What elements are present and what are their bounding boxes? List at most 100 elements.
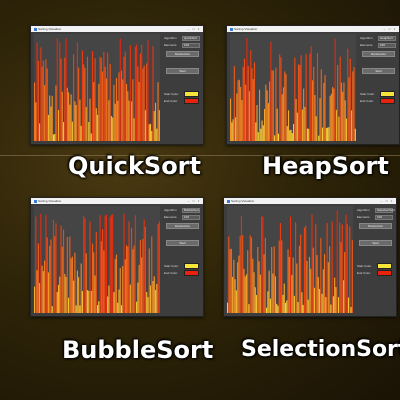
array-bar [276,303,278,313]
elements-select[interactable]: 100 [378,43,396,48]
array-bar [125,245,128,313]
array-bar [318,288,321,313]
array-bar [285,74,287,141]
elements-select[interactable]: 100 [182,215,200,220]
end-color-swatch[interactable] [184,98,199,104]
array-bar [104,215,106,313]
array-bar [344,100,346,141]
close-icon[interactable]: × [196,198,201,204]
array-bar [323,82,325,141]
array-bar [286,300,288,313]
array-bar [68,297,70,313]
start-color-swatch[interactable] [184,91,199,97]
array-bar [336,210,338,313]
array-bar [271,247,273,313]
randomize-button[interactable]: Randomize [166,223,199,229]
array-bar [54,133,56,141]
array-bar [351,239,353,313]
end-color-swatch[interactable] [380,98,395,104]
array-bar [138,264,140,313]
array-bar [354,128,356,141]
close-icon[interactable]: × [392,26,397,32]
array-bar [255,295,258,313]
array-bar [345,214,347,313]
array-bar [39,123,41,141]
array-bar [287,110,290,141]
array-bar [264,238,266,313]
close-icon[interactable]: × [196,26,201,32]
algorithm-select[interactable]: HeapSort [378,36,396,41]
array-bar [278,240,280,313]
array-bar [350,110,353,141]
array-bar [57,284,60,313]
array-bar [60,58,62,141]
array-bar [73,280,75,313]
algorithm-select[interactable]: BubbleSort [182,208,200,213]
algorithm-select[interactable]: QuickSort [182,36,200,41]
start-button[interactable]: Start [362,68,395,74]
array-bar [70,94,72,141]
array-bar [108,285,110,313]
array-bar [88,290,90,313]
array-bar [131,101,133,141]
array-bar [303,88,305,141]
array-bar [69,236,71,313]
control-panel: Algorithm BubbleSort Elements 100 Randomiz… [164,206,201,314]
array-bar [100,58,102,141]
end-color-label: End Color [164,99,178,103]
randomize-button[interactable]: Randomize [359,223,392,229]
array-bar [46,237,48,313]
array-bar [339,56,341,141]
start-button[interactable]: Start [359,240,392,246]
array-bar [248,304,250,313]
array-bar [290,216,292,313]
array-bar [35,216,37,313]
array-bar [103,250,105,313]
array-bar [319,98,321,141]
elements-select[interactable]: 100 [375,215,393,220]
array-bar [65,276,67,313]
randomize-button[interactable]: Randomize [166,51,199,57]
algorithm-select[interactable]: SelectionSort [375,208,395,213]
array-bar [97,305,99,313]
window-title: Sorting Visualizer [38,199,62,203]
start-button[interactable]: Start [166,68,199,74]
start-color-swatch[interactable] [380,91,395,97]
array-bar [156,128,158,141]
array-bar [123,56,125,141]
array-bar [56,38,58,141]
randomize-button[interactable]: Randomize [362,51,395,57]
array-bar [34,286,36,313]
array-bar [352,71,354,141]
window-heapsort: Sorting Visualizer – □ × Algorithm HeapSort … [226,25,400,145]
array-bar [120,305,123,313]
end-color-swatch[interactable] [377,270,392,276]
array-bar [81,291,84,313]
array-bar [132,249,134,313]
start-button[interactable]: Start [166,240,199,246]
array-bar [255,122,257,141]
start-color-swatch[interactable] [184,263,199,269]
elements-select[interactable]: 100 [182,43,200,48]
start-color-swatch[interactable] [377,263,392,269]
close-icon[interactable]: × [389,198,394,204]
array-bar [249,235,251,313]
array-bar [37,243,39,313]
algorithm-label: Algorithm [164,208,177,212]
array-bar [257,247,259,313]
array-bar [296,263,298,313]
array-bar [242,66,244,141]
array-bar [293,295,295,313]
array-bar [137,66,139,141]
array-bar [252,79,254,141]
array-bar [348,77,350,141]
array-bar [335,287,337,313]
array-bar [138,82,140,141]
array-bar [334,277,336,313]
array-bar [52,219,55,313]
array-bar [139,53,141,141]
array-bar [262,216,264,313]
end-color-swatch[interactable] [184,270,199,276]
array-bar [321,293,323,313]
window-quicksort: Sorting Visualizer – □ × Algorithm QuickSort… [30,25,204,145]
